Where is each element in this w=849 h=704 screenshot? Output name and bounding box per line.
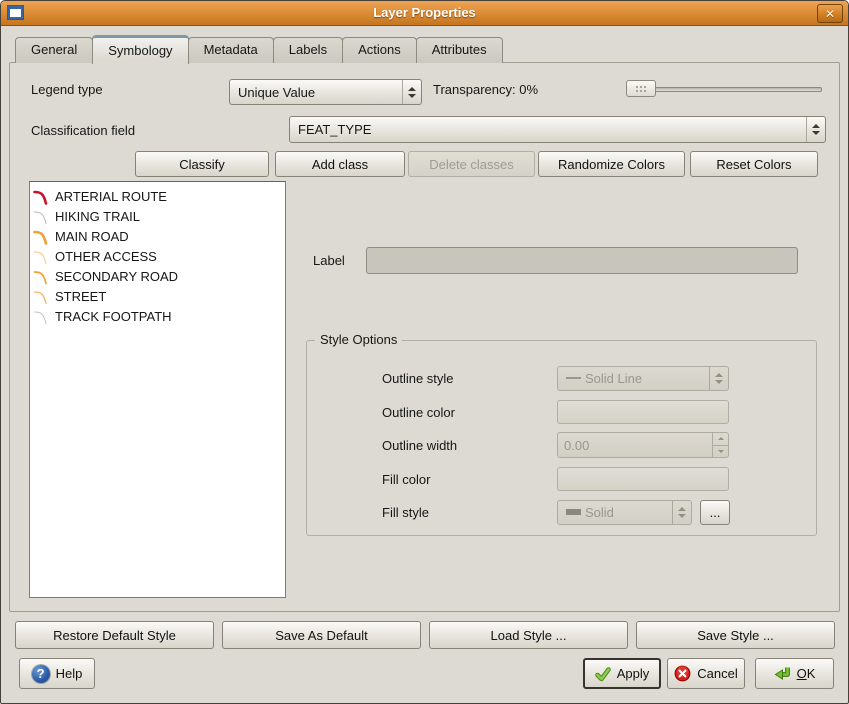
tab-metadata[interactable]: Metadata	[188, 37, 274, 63]
outline-color-button	[557, 400, 729, 424]
slider-grip-icon	[636, 86, 638, 88]
legend-type-value: Unique Value	[230, 85, 402, 100]
class-label: STREET	[55, 289, 106, 304]
style-file-buttons-row: Restore Default Style Save As Default Lo…	[15, 621, 835, 649]
class-label: SECONDARY ROAD	[55, 269, 178, 284]
close-button[interactable]: ✕	[817, 4, 843, 23]
line-symbol-icon	[33, 188, 50, 205]
outline-style-select: Solid Line	[557, 366, 729, 391]
tab-bar: General Symbology Metadata Labels Action…	[15, 34, 502, 63]
add-class-button[interactable]: Add class	[275, 151, 405, 177]
cancel-button-label: Cancel	[697, 666, 737, 681]
delete-classes-button: Delete classes	[408, 151, 535, 177]
slider-handle[interactable]	[626, 80, 656, 97]
help-icon: ?	[32, 665, 50, 683]
transparency-label: Transparency: 0%	[433, 81, 538, 99]
outline-style-label: Outline style	[382, 371, 557, 386]
transparency-slider[interactable]	[626, 80, 822, 98]
line-symbol-icon	[33, 308, 50, 325]
outline-color-label: Outline color	[382, 405, 557, 420]
list-item-track-footpath[interactable]: TRACK FOOTPATH	[30, 306, 285, 326]
line-symbol-icon	[33, 248, 50, 265]
restore-default-style-button[interactable]: Restore Default Style	[15, 621, 214, 649]
list-item-street[interactable]: STREET	[30, 286, 285, 306]
checkmark-icon	[595, 666, 611, 682]
outline-width-spinner: 0.00	[557, 432, 729, 458]
fill-style-select: Solid	[557, 500, 692, 525]
ok-button[interactable]: OK	[755, 658, 834, 689]
style-options-title: Style Options	[315, 332, 402, 347]
combo-arrows-icon	[806, 117, 825, 142]
titlebar[interactable]: Layer Properties ✕	[1, 1, 848, 26]
class-label: TRACK FOOTPATH	[55, 309, 172, 324]
fill-style-swatch-icon	[566, 509, 581, 515]
ok-button-label: OK	[797, 666, 816, 681]
fill-color-label: Fill color	[382, 472, 557, 487]
help-button-label: Help	[56, 666, 83, 681]
class-label: ARTERIAL ROUTE	[55, 189, 167, 204]
list-item-secondary-road[interactable]: SECONDARY ROAD	[30, 266, 285, 286]
apply-button[interactable]: Apply	[583, 658, 661, 689]
tab-general[interactable]: General	[15, 37, 93, 63]
help-button[interactable]: ? Help	[19, 658, 95, 689]
randomize-colors-button[interactable]: Randomize Colors	[538, 151, 685, 177]
line-symbol-icon	[33, 288, 50, 305]
window-title: Layer Properties	[1, 5, 848, 20]
combo-arrows-icon	[672, 501, 691, 524]
line-symbol-icon	[33, 268, 50, 285]
tab-symbology[interactable]: Symbology	[92, 35, 188, 64]
combo-arrows-icon	[709, 367, 728, 390]
line-symbol-icon	[33, 228, 50, 245]
style-options-group: Style Options Outline style Solid Line O…	[306, 340, 817, 536]
fill-color-button	[557, 467, 729, 491]
reset-colors-button[interactable]: Reset Colors	[690, 151, 818, 177]
combo-arrows-icon	[402, 80, 421, 104]
line-style-swatch-icon	[566, 377, 581, 379]
legend-type-select[interactable]: Unique Value	[229, 79, 422, 105]
enter-arrow-icon	[774, 665, 791, 682]
list-item-other-access[interactable]: OTHER ACCESS	[30, 246, 285, 266]
close-icon: ✕	[825, 8, 835, 20]
cancel-button[interactable]: Cancel	[667, 658, 745, 689]
spinner-buttons	[712, 433, 728, 457]
class-label: MAIN ROAD	[55, 229, 129, 244]
outline-width-value: 0.00	[558, 433, 712, 457]
classification-field-label: Classification field	[31, 122, 135, 140]
outline-style-value: Solid Line	[585, 371, 642, 386]
tab-attributes[interactable]: Attributes	[416, 37, 503, 63]
classify-button[interactable]: Classify	[135, 151, 269, 177]
classification-field-select[interactable]: FEAT_TYPE	[289, 116, 826, 143]
spin-up-icon	[713, 433, 728, 446]
fill-style-label: Fill style	[382, 505, 557, 520]
list-item-arterial-route[interactable]: ARTERIAL ROUTE	[30, 186, 285, 206]
tab-actions[interactable]: Actions	[342, 37, 417, 63]
classification-field-value: FEAT_TYPE	[290, 122, 806, 137]
cancel-icon	[674, 665, 691, 682]
list-item-hiking-trail[interactable]: HIKING TRAIL	[30, 206, 285, 226]
line-symbol-icon	[33, 208, 50, 225]
class-label: HIKING TRAIL	[55, 209, 140, 224]
apply-button-label: Apply	[617, 666, 650, 681]
layer-properties-dialog: Layer Properties ✕ General Symbology Met…	[0, 0, 849, 704]
fill-style-value: Solid	[585, 505, 614, 520]
load-style-button[interactable]: Load Style ...	[429, 621, 628, 649]
label-input	[366, 247, 798, 274]
spin-down-icon	[713, 446, 728, 458]
save-style-button[interactable]: Save Style ...	[636, 621, 835, 649]
class-label: OTHER ACCESS	[55, 249, 157, 264]
save-as-default-button[interactable]: Save As Default	[222, 621, 421, 649]
label-field-label: Label	[313, 252, 345, 270]
class-list[interactable]: ARTERIAL ROUTE HIKING TRAIL MAIN ROAD OT…	[29, 181, 286, 598]
fill-style-more-button[interactable]: ...	[700, 500, 730, 525]
outline-width-label: Outline width	[382, 438, 557, 453]
tab-labels[interactable]: Labels	[273, 37, 343, 63]
legend-type-label: Legend type	[31, 81, 103, 99]
list-item-main-road[interactable]: MAIN ROAD	[30, 226, 285, 246]
